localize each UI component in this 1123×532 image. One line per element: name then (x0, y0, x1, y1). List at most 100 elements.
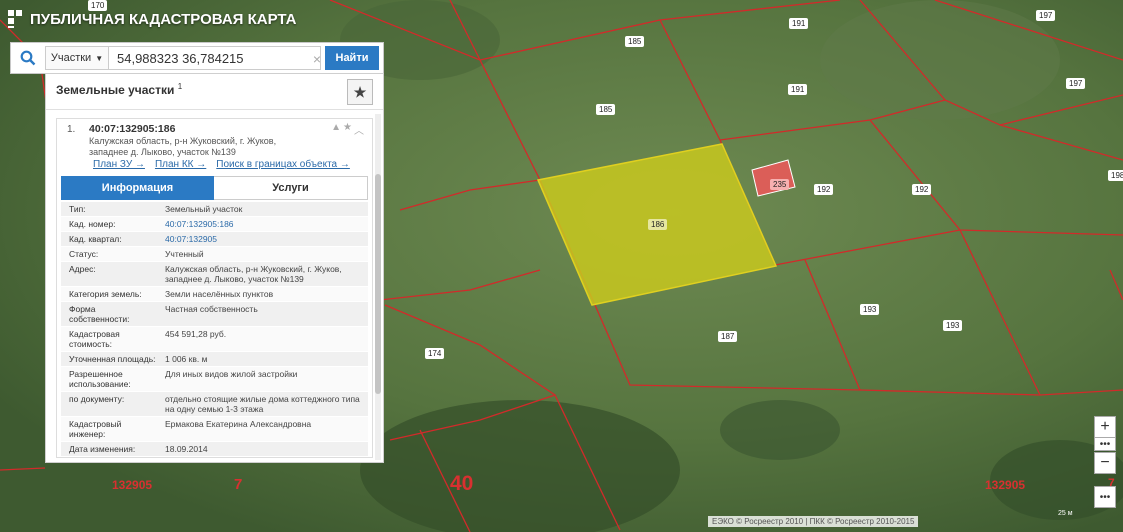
property-row: Кадастровая стоимость: 454 591,28 руб. (61, 327, 368, 352)
parcel-label: 197 (1066, 78, 1086, 89)
result-tabs: Информация Услуги (61, 176, 368, 200)
quarter-label: 132905 (985, 478, 1026, 492)
panel-header: Земельные участки 1 ★ (46, 74, 383, 110)
parcel-label: 192 (912, 184, 932, 195)
property-row: Дата изменения: 18.09.2014 (61, 442, 368, 457)
property-key: Категория земель: (69, 289, 142, 299)
property-value: Калужская область, р-н Жуковский, г. Жук… (165, 264, 342, 284)
property-key: Разрешенное использование: (69, 369, 131, 389)
tools-more-button[interactable]: ••• (1094, 486, 1116, 508)
parcel-label: 185 (625, 36, 645, 47)
property-value: Земельный участок (165, 204, 243, 214)
property-key: Кадастровый инженер: (69, 419, 122, 439)
star-icon[interactable]: ★ (343, 122, 352, 137)
more-icon: ••• (1099, 438, 1111, 450)
plan-kk-link[interactable]: План КК → (155, 159, 206, 170)
favorites-button[interactable]: ★ (347, 79, 373, 105)
property-value: Учтенный (165, 249, 204, 259)
panel-body[interactable]: 1. 40:07:132905:186 ▲ ★ ︿ Калужская обла… (46, 110, 383, 462)
property-row: Категория земель: Земли населённых пункто… (61, 287, 368, 302)
plus-icon: + (1100, 418, 1110, 435)
parcel-label: 198 (1108, 170, 1123, 181)
scale-bar: 25 м (1058, 510, 1073, 517)
property-key: Кадастровая стоимость: (69, 329, 120, 349)
property-value-link[interactable]: 40:07:132905 (161, 232, 368, 246)
property-value: Ермакова Екатерина Александровна (165, 419, 312, 429)
property-key: по документу: (69, 394, 125, 404)
property-row: Адрес: Калужская область, р-н Жуковский, … (61, 262, 368, 287)
region-label: 40 (450, 472, 474, 495)
scrollbar-thumb[interactable] (375, 174, 381, 394)
search-button[interactable]: Найти (325, 46, 379, 70)
minus-icon: − (1100, 454, 1110, 471)
zoom-in-button[interactable]: + (1094, 416, 1116, 438)
panel-scrollbar[interactable] (375, 114, 381, 460)
search-icon[interactable] (11, 43, 45, 73)
results-panel: Земельные участки 1 ★ 1. 40:07:132905:18… (45, 73, 384, 463)
property-value: Частная собственность (165, 304, 258, 314)
address-line: западнее д. Лыково, участок №139 (89, 147, 236, 157)
property-row: Кадастровый инженер: Ермакова Екатерина А… (61, 417, 368, 442)
scale-label: 25 м (1058, 510, 1073, 517)
search-within-link[interactable]: Поиск в границах объекта → (216, 159, 350, 170)
star-icon: ★ (353, 83, 367, 100)
property-row: Статус: Учтенный (61, 247, 368, 262)
property-key: Кад. квартал: (69, 234, 122, 244)
app-header: ПУБЛИЧНАЯ КАДАСТРОВАЯ КАРТА (8, 8, 296, 30)
property-row: Разрешенное использование: Для иных видов… (61, 367, 368, 392)
search-input[interactable] (109, 46, 321, 70)
property-value: Для иных видов жилой застройки (165, 369, 298, 379)
parcel-label: 185 (596, 104, 616, 115)
property-key: Тип: (69, 204, 86, 214)
property-key: Адрес: (69, 264, 96, 274)
property-row: по документу: отдельно стоящие жилые дома… (61, 392, 368, 417)
property-value-link[interactable]: 40:07:132905:186 (161, 217, 368, 231)
more-icon: ••• (1099, 491, 1111, 503)
property-row: Кад. квартал: 40:07:132905 (61, 232, 368, 247)
property-value: 1 006 кв. м (165, 354, 208, 364)
parcel-label-selected: 186 (648, 219, 668, 230)
property-row: Форма собственности: Частная собственност… (61, 302, 368, 327)
parcel-label: 187 (718, 331, 738, 342)
property-key: Уточненная площадь: (69, 354, 156, 364)
property-row: Тип: Земельный участок (61, 202, 368, 217)
search-mode-select[interactable]: Участки ▼ (45, 46, 109, 70)
app-title: ПУБЛИЧНАЯ КАДАСТРОВАЯ КАРТА (30, 10, 297, 28)
parcel-label: 192 (814, 184, 834, 195)
parcel-label: 191 (789, 18, 809, 29)
parcel-label: 193 (943, 320, 963, 331)
tab-services[interactable]: Услуги (214, 176, 368, 200)
parcel-label: 193 (860, 304, 880, 315)
result-cad-number[interactable]: 40:07:132905:186 (89, 123, 175, 135)
property-value: 454 591,28 руб. (165, 329, 227, 339)
parcel-label: 191 (788, 84, 808, 95)
address-line: Калужская область, р-н Жуковский, г. Жук… (89, 136, 277, 146)
panel-title: Земельные участки (56, 83, 175, 97)
close-icon[interactable]: × (313, 51, 321, 67)
result-actions: ▲ ★ ︿ (331, 122, 364, 137)
search-bar: Участки ▼ × Найти (10, 42, 384, 74)
property-key: Статус: (69, 249, 99, 259)
result-index: 1. (67, 124, 76, 135)
result-links: План ЗУ → План КК → Поиск в границах объ… (93, 159, 350, 170)
plan-zu-link[interactable]: План ЗУ → (93, 159, 145, 170)
parcel-label: 235 (770, 179, 790, 190)
property-key: Кад. номер: (69, 219, 116, 229)
property-value: Земли населённых пунктов (165, 289, 274, 299)
quarter-label: 132905 (112, 478, 153, 492)
result-card[interactable]: 1. 40:07:132905:186 ▲ ★ ︿ Калужская обла… (56, 118, 373, 458)
warning-icon[interactable]: ▲ (331, 122, 341, 137)
parcel-label: 174 (425, 348, 445, 359)
chevron-up-icon[interactable]: ︿ (354, 122, 364, 137)
tab-information[interactable]: Информация (61, 176, 214, 200)
parcel-label: 197 (1036, 10, 1056, 21)
property-row: Кад. номер: 40:07:132905:186 (61, 217, 368, 232)
property-value: 18.09.2014 (165, 444, 208, 454)
properties-table: Тип: Земельный участок Кад. номер: 40:07:1… (61, 202, 368, 457)
attribution: ЕЭКО © Росреестр 2010 | ПКК © Росреестр … (708, 516, 919, 527)
app-logo-icon (8, 10, 24, 28)
zoom-more-button[interactable]: ••• (1094, 437, 1116, 451)
property-row: Уточненная площадь: 1 006 кв. м (61, 352, 368, 367)
zoom-out-button[interactable]: − (1094, 452, 1116, 474)
chevron-down-icon: ▼ (95, 53, 104, 63)
